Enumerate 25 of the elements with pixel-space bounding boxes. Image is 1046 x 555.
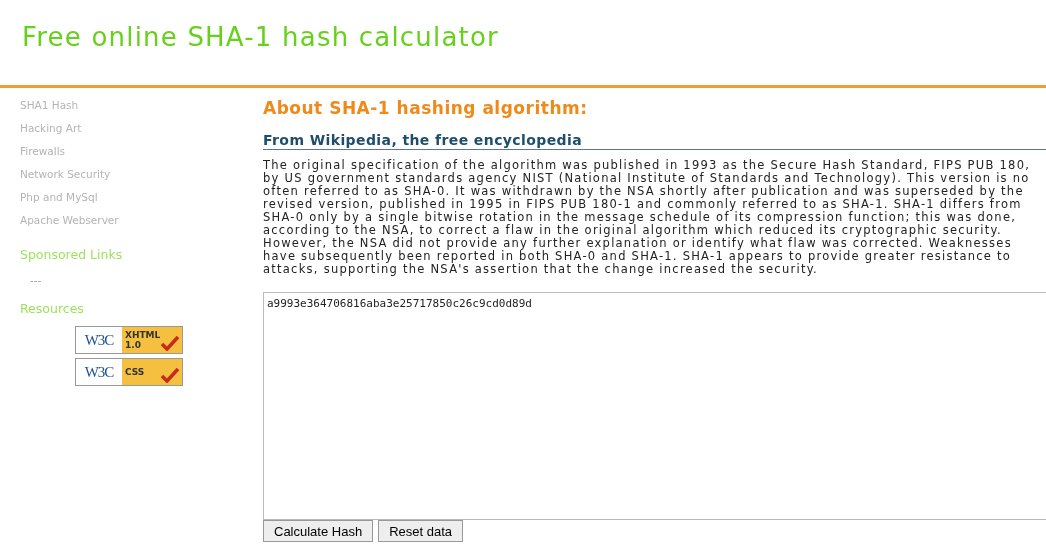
badge-text: 1.0 [125, 340, 141, 350]
sidebar-link[interactable]: Hacking Art [20, 117, 243, 140]
form-button[interactable]: Reset data [378, 520, 464, 542]
site-title: Free online SHA-1 hash calculator [22, 22, 499, 52]
badge-text: XHTML [125, 330, 161, 340]
badge-text: CSS [125, 367, 145, 377]
sidebar-text: --- [30, 274, 43, 286]
sidebar-heading: Resources [20, 300, 85, 318]
sidebar-link[interactable]: Php and MySql [20, 186, 243, 209]
sidebar-link[interactable]: Network Security [20, 163, 243, 186]
hash-output-field[interactable]: a9993e364706816aba3e25717850c26c9cd0d89d [263, 292, 1046, 520]
section-heading: About SHA-1 hashing algorithm: [263, 98, 589, 118]
article-paragraph: The original specification of the algorithm was published in 1993 as the Secure Hash Standard, FIPS PUB 180, by US government standards agency NIST (National Institute of Standards and Technology). This version is no often referred to as SHA-0. It was withdrawn by the NSA shortly after publication and was superseded by the revised version, published in 1995 in FIPS PUB 180-1 and commonly referred to as SHA-1. SHA-1 differs from SHA-0 only by a single bitwise rotation in the message schedule of its compression function; this was done, according to the NSA, to correct a flaw in the original algorithm which reduced its cryptographic security. However, the NSA did not provide any further explanation or identify what flaw was corrected. Weaknesses have subsequently been reported in both SHA-0 and SHA-1. SHA-1 appears to provide greater resistance to attacks, supporting the NSA's assertion that the change increased the security. [263, 159, 1032, 276]
badge-text: W3C [83, 362, 115, 382]
w3c-badge[interactable]: W3C CSS [75, 358, 183, 386]
badge-text: W3C [83, 330, 115, 350]
form-button[interactable]: Calculate Hash [263, 520, 374, 542]
sidebar-heading: Sponsored Links [20, 246, 124, 264]
sidebar-link[interactable]: Firewalls [20, 140, 243, 163]
w3c-badge[interactable]: W3C XHTML 1.0 [75, 326, 183, 354]
sidebar-link[interactable]: SHA1 Hash [20, 94, 243, 117]
sidebar-link[interactable]: Apache Webserver [20, 209, 243, 232]
check-icon [160, 367, 180, 383]
check-icon [160, 335, 180, 351]
section-subheading: From Wikipedia, the free encyclopedia [263, 132, 1046, 150]
